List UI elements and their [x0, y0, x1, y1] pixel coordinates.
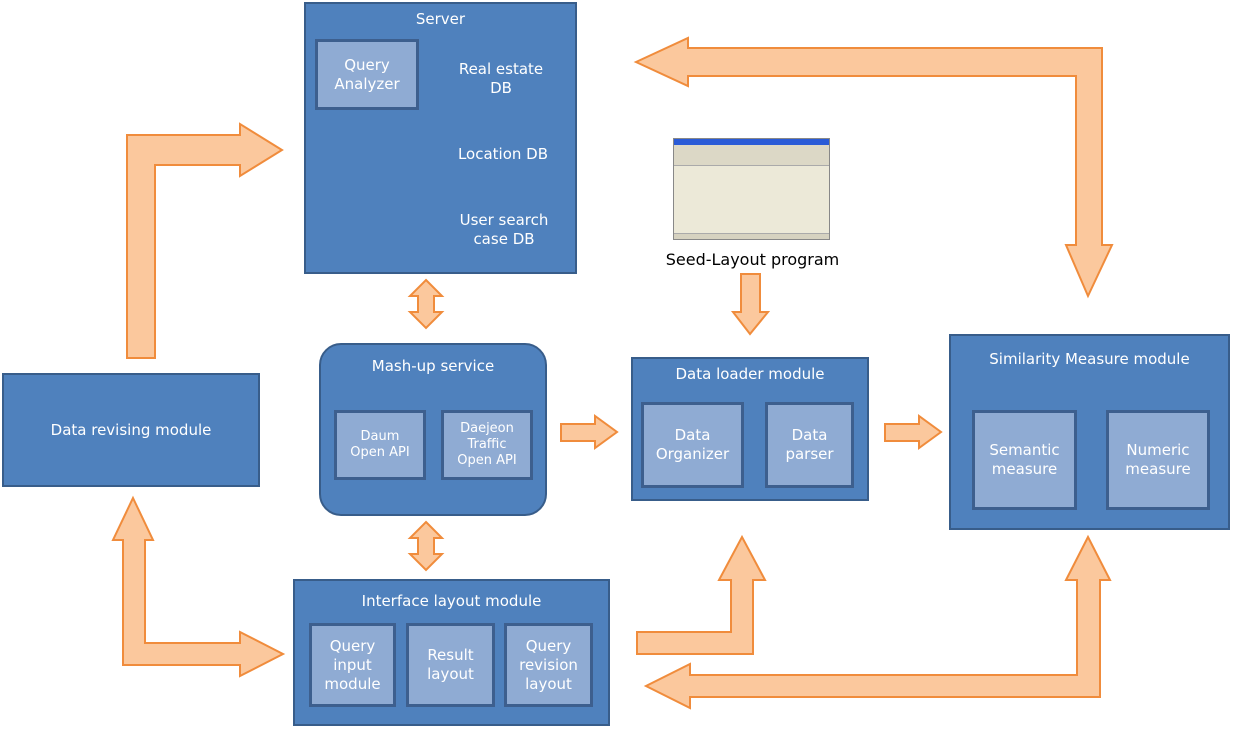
arrow-loader-to-similarity [884, 414, 943, 450]
query-analyzer: Query Analyzer [315, 39, 419, 110]
mashup-title: Mash-up service [371, 357, 495, 375]
seed-layout-caption: Seed-Layout program [665, 250, 840, 269]
data-revising-module: Data revising module [2, 373, 260, 487]
daejeon-traffic-open-api: Daejeon Traffic Open API [441, 410, 533, 480]
query-revision-layout: Query revision layout [504, 623, 593, 707]
numeric-measure: Numeric measure [1106, 410, 1210, 510]
arrow-server-mashup [407, 278, 445, 330]
arrow-seed-to-loader [730, 273, 771, 336]
arrow-mashup-interface [407, 520, 445, 572]
real-estate-db-label: Real estate DB [458, 59, 544, 97]
arrow-revising-to-server [126, 122, 284, 359]
data-revising-title: Data revising module [50, 421, 212, 439]
data-loader-title: Data loader module [675, 365, 825, 383]
mashup-service-box: Mash-up service Daum Open API Daejeon Tr… [319, 343, 547, 516]
arrow-interface-to-loader [636, 534, 767, 655]
similarity-title: Similarity Measure module [989, 350, 1190, 368]
location-db-label: Location DB [457, 144, 549, 163]
interface-layout-module: Interface layout module Query input modu… [293, 579, 610, 726]
data-parser: Data parser [765, 402, 854, 488]
arrow-similarity-interface [643, 534, 1112, 710]
interface-title: Interface layout module [361, 592, 542, 610]
arrow-mashup-to-loader [560, 414, 619, 450]
query-input-module: Query input module [309, 623, 396, 707]
daum-open-api: Daum Open API [334, 410, 426, 480]
server-title: Server [415, 10, 466, 28]
data-organizer: Data Organizer [641, 402, 744, 488]
program-window-screenshot [673, 138, 830, 240]
arrow-revising-interface [111, 495, 286, 678]
data-loader-module: Data loader module Data Organizer Data p… [631, 357, 869, 501]
similarity-measure-module: Similarity Measure module Semantic measu… [949, 334, 1230, 530]
result-layout: Result layout [406, 623, 495, 707]
semantic-measure: Semantic measure [972, 410, 1077, 510]
user-search-db-label: User search case DB [459, 210, 549, 248]
